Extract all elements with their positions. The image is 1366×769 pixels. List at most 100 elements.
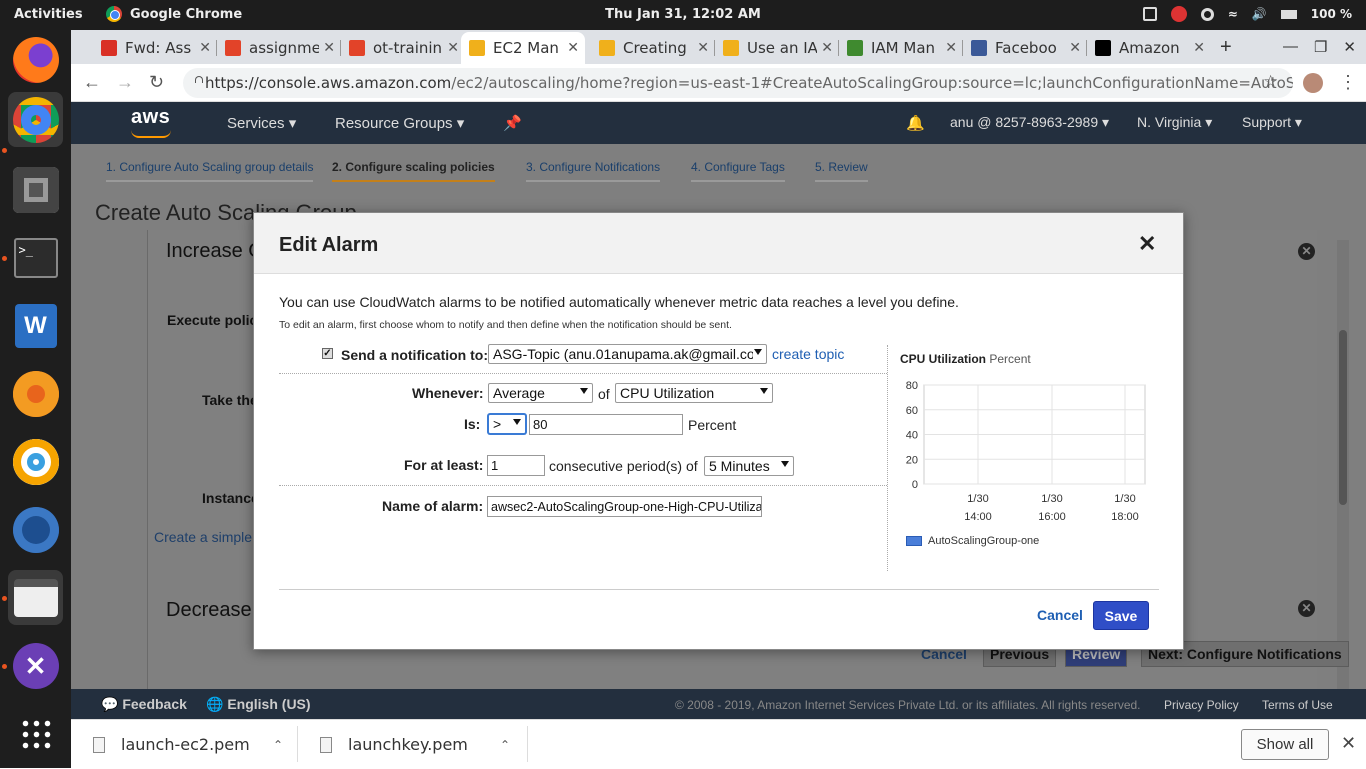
remove-increase-icon[interactable]: ✕ xyxy=(1298,243,1315,260)
dock-terminal[interactable]: >_ xyxy=(8,230,63,285)
save-button[interactable]: Save xyxy=(1093,601,1149,630)
chevron-up-icon[interactable]: ⌃ xyxy=(273,738,283,752)
address-bar[interactable]: https://console.aws.amazon.com/ec2/autos… xyxy=(183,68,1293,98)
tab-close-icon[interactable]: ✕ xyxy=(697,40,709,56)
topic-select[interactable]: ASG-Topic (anu.01anupama.ak@gmail.com) xyxy=(488,344,767,364)
browser-tab[interactable]: Fwd: Ass ✕ xyxy=(93,32,217,64)
wizard-step-4[interactable]: 4. Configure Tags xyxy=(691,160,785,182)
app-menu[interactable]: Google Chrome xyxy=(106,6,242,22)
pin-icon[interactable]: 📌 xyxy=(503,114,522,132)
threshold-input[interactable]: 80 xyxy=(529,414,683,435)
tab-close-icon[interactable]: ✕ xyxy=(447,40,459,56)
wizard-step-3[interactable]: 3. Configure Notifications xyxy=(526,160,661,182)
aws-logo[interactable]: aws xyxy=(131,106,171,138)
close-window-icon[interactable]: ✕ xyxy=(1343,38,1356,56)
cpu-utilization-chart: 0 20 40 60 80 1/30 14:00 1/30 16:00 1/30 18:00 xyxy=(906,380,1146,523)
notification-alert-icon[interactable] xyxy=(1170,6,1187,22)
tab-close-icon[interactable]: ✕ xyxy=(945,40,957,56)
chart-y-tick-label: 40 xyxy=(906,430,918,442)
dock-chrome[interactable] xyxy=(8,92,63,147)
metric-select[interactable]: CPU Utilization xyxy=(615,383,773,403)
browser-tab[interactable]: Creating ✕ xyxy=(591,32,715,64)
tab-title: Amazon xyxy=(1119,39,1180,57)
dock-vscode[interactable]: ✕ xyxy=(8,638,63,693)
download-shelf: launch-ec2.pem ⌃ launchkey.pem ⌃ Show al… xyxy=(71,719,1366,768)
support-menu[interactable]: Support ▾ xyxy=(1242,114,1302,131)
account-menu[interactable]: anu @ 8257-8963-2989 ▾ xyxy=(950,114,1109,131)
reload-icon[interactable]: ↻ xyxy=(149,72,164,93)
page-scroll-thumb[interactable] xyxy=(1339,330,1347,505)
threshold-unit: Percent xyxy=(688,417,737,433)
statistic-select[interactable]: Average xyxy=(488,383,593,403)
browser-tab[interactable]: ot-trainin ✕ xyxy=(341,32,465,64)
privacy-policy-link[interactable]: Privacy Policy xyxy=(1164,698,1239,712)
tab-title: EC2 Man xyxy=(493,39,559,57)
feedback-link[interactable]: 💬 Feedback xyxy=(101,696,187,713)
show-all-button[interactable]: Show all xyxy=(1241,729,1329,760)
region-menu[interactable]: N. Virginia ▾ xyxy=(1137,114,1212,131)
chevron-up-icon[interactable]: ⌃ xyxy=(500,738,510,752)
vscode-icon: ✕ xyxy=(12,642,59,689)
tab-title: Fwd: Ass xyxy=(125,39,192,57)
tab-close-icon[interactable]: ✕ xyxy=(1193,40,1205,56)
resource-groups-menu[interactable]: Resource Groups ▾ xyxy=(335,114,464,132)
download-item-2[interactable]: launchkey.pem ⌃ xyxy=(320,720,510,769)
file-icon xyxy=(93,736,105,753)
remove-decrease-icon[interactable]: ✕ xyxy=(1298,600,1315,617)
services-menu[interactable]: Services ▾ xyxy=(227,114,296,132)
download-filename: launch-ec2.pem xyxy=(121,735,250,754)
bookmark-star-icon[interactable]: ☆ xyxy=(1263,72,1278,92)
dock-word[interactable]: W xyxy=(8,298,63,353)
tab-close-icon[interactable]: ✕ xyxy=(821,40,833,56)
wizard-step-5[interactable]: 5. Review xyxy=(815,160,868,182)
alarm-name-input[interactable]: awsec2-AutoScalingGroup-one-High-CPU-Uti… xyxy=(487,496,762,517)
activities-button[interactable]: Activities xyxy=(14,7,83,22)
browser-toolbar: ← → ↻ https://console.aws.amazon.com/ec2… xyxy=(71,64,1366,102)
dock-screenshot[interactable] xyxy=(8,570,63,625)
chart-legend: AutoScalingGroup-one xyxy=(906,535,1039,547)
system-tray[interactable]: ≈ 🔊 100 % xyxy=(1142,6,1352,22)
tab-close-icon[interactable]: ✕ xyxy=(199,40,211,56)
create-simple-link[interactable]: Create a simple xyxy=(154,529,252,545)
tab-close-icon[interactable]: ✕ xyxy=(567,40,579,56)
browser-tab[interactable]: Faceboo ✕ xyxy=(963,32,1087,64)
dock-firefox[interactable] xyxy=(8,32,63,87)
language-selector[interactable]: 🌐 English (US) xyxy=(206,696,311,713)
wizard-step-1[interactable]: 1. Configure Auto Scaling group details xyxy=(106,160,314,182)
close-icon[interactable]: ✕ xyxy=(1138,233,1156,255)
browser-tab[interactable]: assignme ✕ xyxy=(217,32,341,64)
terms-of-use-link[interactable]: Terms of Use xyxy=(1262,698,1333,712)
download-item-1[interactable]: launch-ec2.pem ⌃ xyxy=(93,720,283,769)
create-topic-link[interactable]: create topic xyxy=(772,346,844,362)
maximize-icon[interactable]: ❐ xyxy=(1314,38,1327,56)
dock-settings[interactable] xyxy=(8,162,63,217)
dock-vlc[interactable] xyxy=(8,366,63,421)
bell-icon[interactable]: 🔔 xyxy=(906,114,925,132)
browser-tab[interactable]: Use an IA ✕ xyxy=(715,32,839,64)
show-applications-button[interactable] xyxy=(8,706,63,761)
dock-update[interactable] xyxy=(8,434,63,489)
periods-input[interactable]: 1 xyxy=(487,455,545,476)
clipboard-icon[interactable] xyxy=(1142,7,1157,21)
minimize-icon[interactable]: — xyxy=(1283,38,1298,56)
send-notification-checkbox[interactable]: ✓ xyxy=(322,348,333,359)
forward-arrow-icon[interactable]: → xyxy=(116,72,134,93)
wizard-step-2[interactable]: 2. Configure scaling policies xyxy=(332,160,495,182)
dock-browser[interactable] xyxy=(8,502,63,557)
new-tab-button[interactable]: + xyxy=(1220,36,1232,59)
whenever-label: Whenever: xyxy=(412,385,484,401)
decrease-heading: Decrease xyxy=(166,599,252,621)
browser-tab[interactable]: IAM Man ✕ xyxy=(839,32,963,64)
browser-tab[interactable]: Amazon ✕ xyxy=(1087,32,1211,64)
cancel-button[interactable]: Cancel xyxy=(1037,607,1083,623)
period-select[interactable]: 5 Minutes xyxy=(704,456,794,476)
back-arrow-icon[interactable]: ← xyxy=(83,72,101,93)
profile-avatar[interactable] xyxy=(1303,73,1323,93)
tab-close-icon[interactable]: ✕ xyxy=(1069,40,1081,56)
close-download-bar-icon[interactable]: ✕ xyxy=(1341,733,1356,754)
operator-select[interactable]: > xyxy=(488,414,526,434)
menu-kebab-icon[interactable]: ⋮ xyxy=(1339,72,1357,93)
tab-close-icon[interactable]: ✕ xyxy=(323,40,335,56)
browser-tab[interactable]: EC2 Man ✕ xyxy=(461,32,585,64)
increase-heading: Increase G xyxy=(166,240,264,262)
